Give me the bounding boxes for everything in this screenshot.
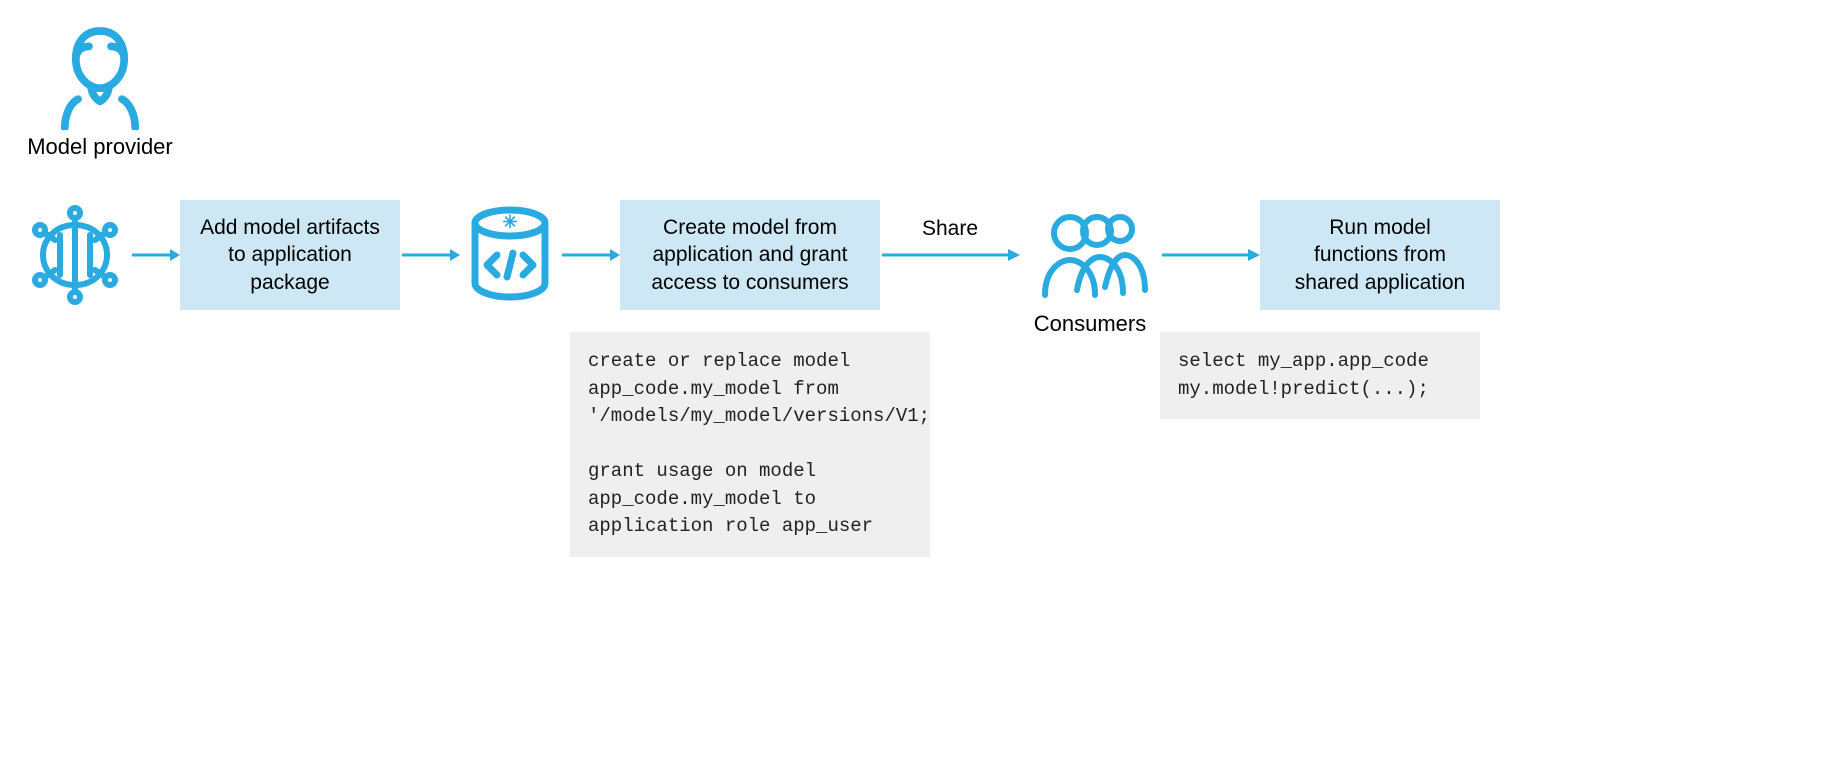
arrow-icon [1160,245,1260,265]
consumers-section: Consumers [1020,205,1160,305]
code-create-grant: create or replace model app_code.my_mode… [570,332,930,557]
arrow-share: Share [880,245,1020,265]
step-text: Create model from application and grant … [638,214,862,296]
share-label: Share [922,217,978,241]
step-run-model: Run model functions from shared applicat… [1260,200,1500,310]
person-icon [20,20,180,130]
consumers-icon [1025,205,1155,305]
step-add-artifacts: Add model artifacts to application packa… [180,200,400,310]
ai-brain-icon [20,205,130,305]
database-code-icon: ✳ [460,205,560,305]
model-provider-label: Model provider [20,134,180,160]
step-text: Run model functions from shared applicat… [1278,214,1482,296]
consumers-label: Consumers [1034,311,1146,337]
arrow-icon [560,245,620,265]
arrow-icon [400,245,460,265]
step-create-model: Create model from application and grant … [620,200,880,310]
flow-row: Add model artifacts to application packa… [20,200,1500,310]
svg-text:✳: ✳ [502,212,517,232]
arrow-icon [130,245,180,265]
code-run: select my_app.app_code my.model!predict(… [1160,332,1480,419]
step-text: Add model artifacts to application packa… [198,214,382,296]
model-provider-section: Model provider [20,20,180,160]
